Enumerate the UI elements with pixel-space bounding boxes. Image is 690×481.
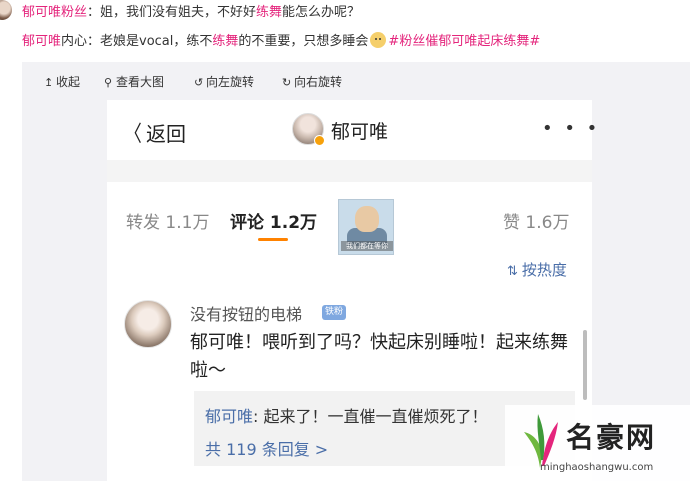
sticker-image: 我们都在等你 — [338, 199, 394, 255]
post-line-1: 郁可唯粉丝：姐，我们没有姐夫，不好好练舞能怎么办呢？ — [22, 4, 360, 22]
verified-badge-icon — [314, 135, 325, 146]
reply-text: : 起来了！一直催一直催烦死了！ — [253, 407, 488, 426]
mention-link[interactable]: 郁可唯 — [22, 34, 61, 49]
chevron-left-icon: 〈 — [124, 122, 142, 147]
fan-badge: 铁粉 — [322, 305, 347, 320]
collapse-icon: ↥ — [44, 76, 54, 89]
rotate-right-button[interactable]: ↻ 向右旋转 — [282, 73, 342, 90]
sort-by-hot-button[interactable]: ⇅ 按热度 — [507, 259, 567, 280]
commenter-name[interactable]: 没有按钮的电梯 — [190, 301, 302, 325]
back-button[interactable]: 〈返回 — [122, 116, 186, 148]
poster-avatar[interactable] — [0, 0, 12, 20]
watermark-title: 名豪网 — [566, 421, 657, 454]
dog-emoji-icon — [370, 32, 387, 48]
post-line-2: 郁可唯内心：老娘是vocal，练不练舞的不重要，只想多睡会 #粉丝催郁可唯起床练舞… — [22, 32, 540, 51]
keyword-link[interactable]: 练舞 — [212, 34, 238, 49]
magnifier-icon: ⚲ — [104, 76, 113, 89]
more-options-icon[interactable]: • • • — [542, 118, 600, 139]
profile-avatar[interactable] — [292, 113, 325, 146]
view-replies-link[interactable]: 共 119 条回复 > — [205, 436, 328, 460]
post-text: ：姐，我们没有姐夫，不好好 — [87, 5, 257, 20]
post-text: 能怎么办呢？ — [282, 5, 361, 20]
page-title: 郁可唯 — [331, 121, 389, 143]
collapse-button[interactable]: ↥ 收起 — [44, 73, 80, 90]
sort-icon: ⇅ — [507, 264, 518, 279]
divider — [107, 160, 592, 182]
keyword-link[interactable]: 练舞 — [256, 5, 282, 20]
post-text: 的不重要，只想多睡会 — [238, 34, 369, 49]
leaf-logo-icon — [524, 414, 558, 468]
tab-likes[interactable]: 赞 1.6万 — [503, 208, 569, 233]
poster-name-link[interactable]: 郁可唯粉丝 — [22, 5, 87, 20]
tab-comments[interactable]: 评论 1.2万 — [230, 208, 317, 233]
rotate-left-button[interactable]: ↺ 向左旋转 — [194, 73, 254, 90]
scrollbar[interactable] — [583, 330, 587, 400]
reply-user-link[interactable]: 郁可唯 — [205, 407, 253, 426]
commenter-avatar[interactable] — [124, 300, 172, 348]
tab-repost[interactable]: 转发 1.1万 — [126, 208, 209, 233]
active-tab-indicator — [258, 238, 288, 241]
post-text: 内心：老娘是vocal，练不 — [61, 34, 213, 49]
view-large-button[interactable]: ⚲ 查看大图 — [104, 73, 164, 90]
rotate-left-icon: ↺ — [194, 76, 204, 89]
watermark-url: minghaoshangwu.com — [540, 462, 654, 473]
hashtag-link[interactable]: #粉丝催郁可唯起床练舞# — [388, 34, 540, 49]
rotate-right-icon: ↻ — [282, 76, 292, 89]
sticker-caption: 我们都在等你 — [341, 241, 393, 251]
comment-text: 郁可唯！喂听到了吗？快起床别睡啦！起来练舞啦～ — [190, 332, 568, 381]
reply-line: 郁可唯: 起来了！一直催一直催烦死了！ — [205, 403, 488, 427]
